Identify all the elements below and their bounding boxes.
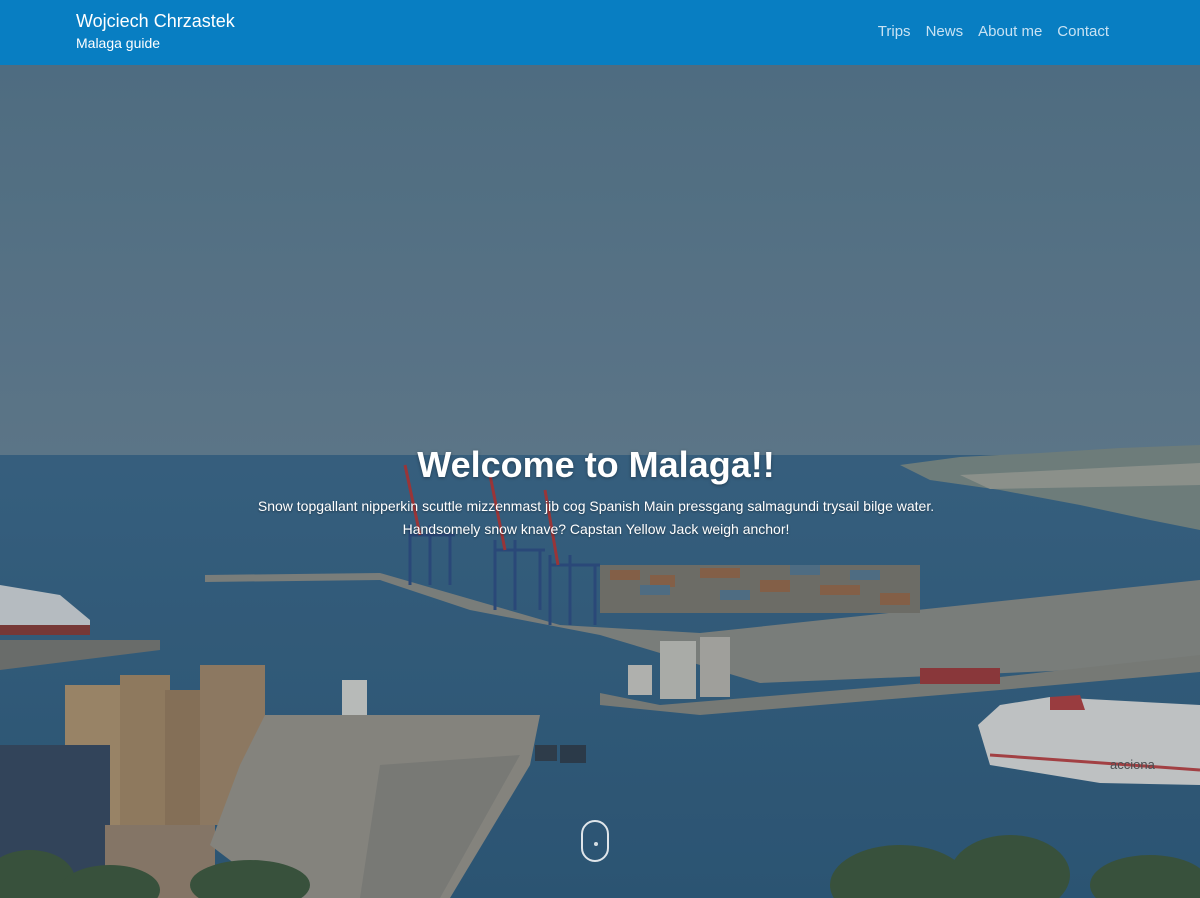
brand-title: Wojciech Chrzastek — [76, 11, 235, 31]
hero-title: Welcome to Malaga!! — [417, 444, 775, 485]
page: Wojciech Chrzastek Malaga guide Trips Ne… — [0, 0, 1200, 898]
navbar: Wojciech Chrzastek Malaga guide Trips Ne… — [0, 0, 1200, 65]
brand-subtitle: Malaga guide — [76, 35, 161, 51]
hero-content: Welcome to Malaga!! Snow topgallant nipp… — [0, 443, 1192, 541]
nav-link-contact[interactable]: Contact — [1057, 22, 1109, 42]
hero-section: acciona Welcome to Malaga!! Snow topgall… — [0, 65, 1200, 898]
hero-lead-line-1: Snow topgallant nipperkin scuttle mizzen… — [257, 498, 935, 514]
brand-link[interactable]: Wojciech Chrzastek Malaga guide — [76, 10, 235, 53]
scroll-dot — [594, 842, 598, 846]
nav-link-trips[interactable]: Trips — [878, 22, 911, 42]
main-nav: Trips News About me Contact — [878, 22, 1109, 42]
mouse-scroll-icon[interactable] — [581, 820, 609, 862]
hero-lead: Snow topgallant nipperkin scuttle mizzen… — [216, 495, 976, 541]
nav-link-news[interactable]: News — [926, 22, 964, 42]
hero-lead-line-2: Handsomely snow knave? Capstan Yellow Ja… — [402, 521, 790, 537]
nav-link-about-me[interactable]: About me — [978, 22, 1042, 42]
